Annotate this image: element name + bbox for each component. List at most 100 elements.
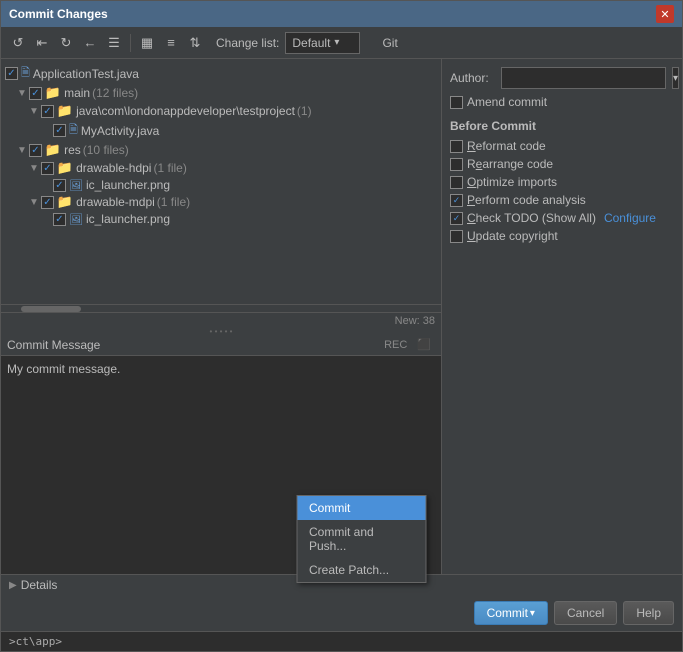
commit-dropdown-arrow[interactable]: ▾ — [530, 608, 535, 619]
commit-msg-header: Commit Message REC ⬛ — [1, 334, 441, 355]
cancel-button[interactable]: Cancel — [554, 601, 617, 625]
file-checkbox[interactable] — [5, 67, 18, 80]
toolbar-btn-6[interactable]: ▦ — [136, 32, 158, 54]
folder-checkbox[interactable] — [29, 144, 42, 157]
collapse-arrow: ▼ — [29, 163, 39, 174]
file-checkbox[interactable] — [53, 179, 66, 192]
commit-changes-dialog: Commit Changes ✕ ↺ ⇤ ↻ ← ☰ ▦ ≡ ⇅ Change … — [0, 0, 683, 652]
author-row: Author: ▾ — [450, 67, 674, 89]
file-name: MyActivity.java — [81, 124, 159, 138]
reformat-code-option[interactable]: Reformat code — [450, 139, 674, 153]
update-copyright-label: Update copyright — [467, 229, 558, 243]
toolbar-btn-5[interactable]: ☰ — [103, 32, 125, 54]
perform-code-analysis-option[interactable]: Perform code analysis — [450, 193, 674, 207]
commit-button[interactable]: Commit ▾ — [474, 601, 548, 625]
commit-msg-label: Commit Message — [7, 338, 100, 352]
folder-name: res — [64, 143, 81, 157]
file-checkbox[interactable] — [53, 124, 66, 137]
folder-count: (10 files) — [83, 143, 129, 157]
collapse-arrow: ▼ — [29, 106, 39, 117]
list-item[interactable]: ▼ 📁 drawable-mdpi (1 file) — [1, 193, 441, 211]
configure-link[interactable]: Configure — [604, 211, 656, 225]
scrollbar-thumb[interactable] — [21, 306, 81, 312]
amend-commit-checkbox[interactable] — [450, 96, 463, 109]
perform-code-analysis-label: Perform code analysis — [467, 193, 586, 207]
optimize-imports-option[interactable]: Optimize imports — [450, 175, 674, 189]
file-checkbox[interactable] — [53, 213, 66, 226]
reformat-code-label: Reformat code — [467, 139, 546, 153]
bottom-buttons: Commit Commit and Push... Create Patch..… — [1, 595, 682, 631]
list-item[interactable]: 🖼 ic_launcher.png — [1, 211, 441, 227]
dropdown-commit-item[interactable]: Commit — [297, 496, 425, 520]
java-file-icon: 🗎 — [21, 64, 30, 83]
list-item[interactable]: ▼ 📁 main (12 files) — [1, 84, 441, 102]
horizontal-scrollbar[interactable] — [1, 304, 441, 312]
update-copyright-checkbox[interactable] — [450, 230, 463, 243]
list-item[interactable]: 🗎 MyActivity.java — [1, 120, 441, 141]
author-input[interactable] — [501, 67, 666, 89]
rearrange-code-checkbox[interactable] — [450, 158, 463, 171]
before-commit-title: Before Commit — [450, 119, 674, 133]
rearrange-code-label: Rearrange code — [467, 157, 553, 171]
toolbar-btn-8[interactable]: ⇅ — [184, 32, 206, 54]
toolbar-btn-2[interactable]: ⇤ — [31, 32, 53, 54]
folder-name: drawable-mdpi — [76, 195, 155, 209]
details-expand-icon[interactable]: ▶ — [9, 580, 17, 591]
collapse-arrow: ▼ — [29, 197, 39, 208]
author-dropdown-btn[interactable]: ▾ — [672, 67, 679, 89]
collapse-arrow: ▼ — [17, 88, 27, 99]
folder-icon: 📁 — [45, 142, 61, 158]
check-todo-option[interactable]: Check TODO (Show All) Configure — [450, 211, 674, 225]
folder-count: (1 file) — [157, 195, 190, 209]
file-tree[interactable]: 🗎 ApplicationTest.java ▼ 📁 main (12 file… — [1, 59, 441, 304]
author-label: Author: — [450, 71, 495, 85]
title-bar: Commit Changes ✕ — [1, 1, 682, 27]
amend-commit-row[interactable]: Amend commit — [450, 95, 674, 109]
help-button[interactable]: Help — [623, 601, 674, 625]
image-file-icon: 🖼 — [69, 213, 83, 226]
list-item[interactable]: ▼ 📁 res (10 files) — [1, 141, 441, 159]
perform-code-analysis-checkbox[interactable] — [450, 194, 463, 207]
folder-checkbox[interactable] — [29, 87, 42, 100]
git-tab[interactable]: Git — [374, 34, 405, 52]
file-name: ApplicationTest.java — [33, 67, 139, 81]
rearrange-code-option[interactable]: Rearrange code — [450, 157, 674, 171]
check-todo-checkbox[interactable] — [450, 212, 463, 225]
folder-icon: 📁 — [57, 103, 73, 119]
toolbar-btn-7[interactable]: ≡ — [160, 32, 182, 54]
commit-msg-tools: REC ⬛ — [380, 336, 435, 353]
file-name: ic_launcher.png — [86, 212, 170, 226]
commit-msg-format-btn[interactable]: ⬛ — [413, 336, 435, 353]
folder-checkbox[interactable] — [41, 196, 54, 209]
dropdown-create-patch-item[interactable]: Create Patch... — [297, 558, 425, 582]
dropdown-commit-push-item[interactable]: Commit and Push... — [297, 520, 425, 558]
folder-checkbox[interactable] — [41, 162, 54, 175]
reformat-code-checkbox[interactable] — [450, 140, 463, 153]
update-copyright-option[interactable]: Update copyright — [450, 229, 674, 243]
java-file-icon: 🗎 — [69, 121, 78, 140]
folder-icon: 📁 — [57, 194, 73, 210]
separator-1 — [130, 34, 131, 52]
toolbar-btn-3[interactable]: ↻ — [55, 32, 77, 54]
folder-name: main — [64, 86, 90, 100]
toolbar-btn-4[interactable]: ← — [79, 32, 101, 54]
commit-msg-rec-btn[interactable]: REC — [380, 336, 411, 353]
optimize-imports-checkbox[interactable] — [450, 176, 463, 189]
list-item[interactable]: 🖼 ic_launcher.png — [1, 177, 441, 193]
folder-count: (1 file) — [153, 161, 186, 175]
changelist-label: Change list: — [216, 36, 279, 50]
list-item[interactable]: ▼ 📁 java\com\londonappdeveloper\testproj… — [1, 102, 441, 120]
folder-count: (1) — [297, 104, 312, 118]
list-item[interactable]: 🗎 ApplicationTest.java — [1, 63, 441, 84]
folder-icon: 📁 — [45, 85, 61, 101]
right-panel: Author: ▾ Amend commit Before Commit Ref… — [442, 59, 682, 574]
commit-dropdown-menu: Commit Commit and Push... Create Patch..… — [296, 495, 426, 583]
folder-checkbox[interactable] — [41, 105, 54, 118]
changelist-value: Default — [292, 36, 330, 50]
terminal-text: >ct\app> — [9, 635, 62, 648]
changelist-dropdown[interactable]: Default ▾ — [285, 32, 360, 54]
list-item[interactable]: ▼ 📁 drawable-hdpi (1 file) — [1, 159, 441, 177]
close-button[interactable]: ✕ — [656, 5, 674, 23]
toolbar-btn-1[interactable]: ↺ — [7, 32, 29, 54]
folder-name: java\com\londonappdeveloper\testproject — [76, 104, 295, 118]
